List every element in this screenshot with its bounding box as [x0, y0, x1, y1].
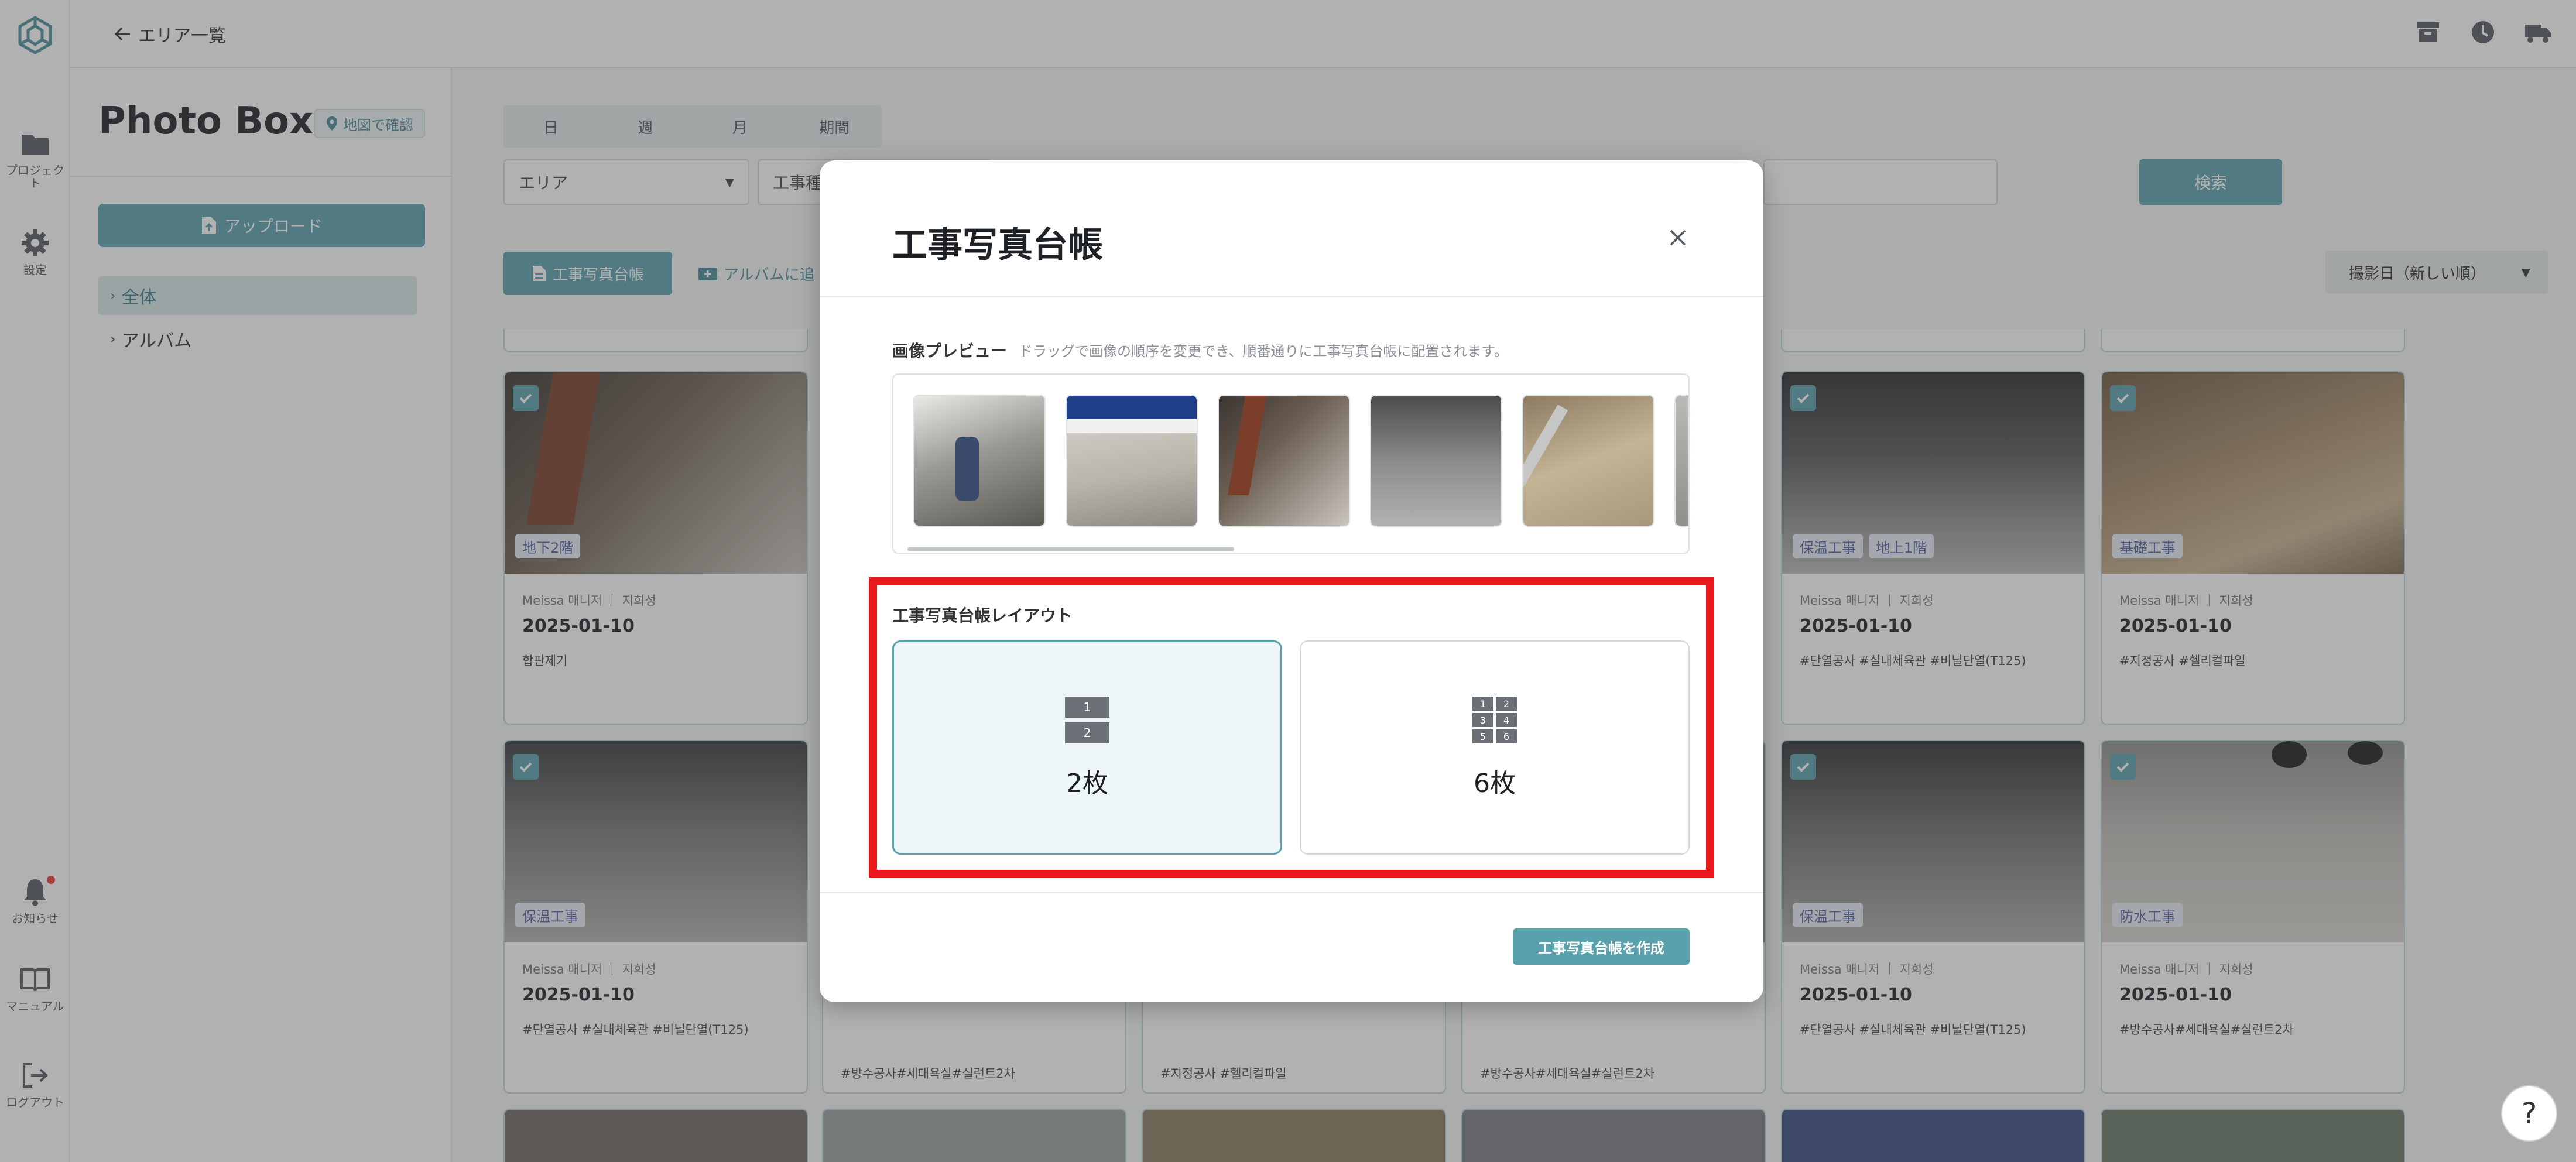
svg-text:2: 2 [1084, 726, 1091, 740]
layout-6-grid-icon: 1 2 3 4 5 6 [1472, 697, 1517, 743]
close-icon[interactable] [1666, 226, 1690, 249]
svg-text:1: 1 [1480, 698, 1486, 709]
svg-text:5: 5 [1480, 731, 1486, 742]
image-preview-strip[interactable] [892, 373, 1690, 554]
svg-text:3: 3 [1480, 715, 1486, 726]
preview-thumbnail[interactable] [1674, 395, 1688, 527]
preview-thumbnail[interactable] [1066, 395, 1198, 527]
svg-text:4: 4 [1503, 715, 1509, 726]
layout-option-6-label: 6枚 [1474, 769, 1516, 798]
svg-text:2: 2 [1503, 698, 1509, 709]
modal-divider [820, 296, 1763, 297]
preview-thumbnail[interactable] [913, 395, 1046, 527]
layout-option-6[interactable]: 1 2 3 4 5 6 6枚 [1300, 640, 1690, 855]
help-button[interactable]: ? [2501, 1085, 2557, 1142]
preview-thumbnail[interactable] [1370, 395, 1502, 527]
photo-ledger-modal: 工事写真台帳 画像プレビュー ドラッグで画像の順序を変更でき、順番通りに工事写真… [820, 160, 1763, 1002]
preview-hint: ドラッグで画像の順序を変更でき、順番通りに工事写真台帳に配置されます。 [1019, 343, 1508, 359]
layout-option-2[interactable]: 1 2 2枚 [892, 640, 1282, 855]
layout-option-2-label: 2枚 [1066, 769, 1108, 798]
preview-label: 画像プレビュー [892, 341, 1008, 361]
svg-text:6: 6 [1503, 731, 1509, 742]
layout-label: 工事写真台帳レイアウト [892, 606, 1073, 625]
create-photo-ledger-button[interactable]: 工事写真台帳を作成 [1513, 928, 1690, 965]
preview-thumbnail[interactable] [1218, 395, 1350, 527]
layout-2-grid-icon: 1 2 [1065, 697, 1109, 743]
modal-title: 工事写真台帳 [892, 225, 1103, 266]
preview-thumbnail[interactable] [1522, 395, 1654, 527]
svg-text:1: 1 [1084, 700, 1091, 714]
modal-divider [820, 892, 1763, 893]
preview-scrollbar[interactable] [907, 547, 1234, 551]
